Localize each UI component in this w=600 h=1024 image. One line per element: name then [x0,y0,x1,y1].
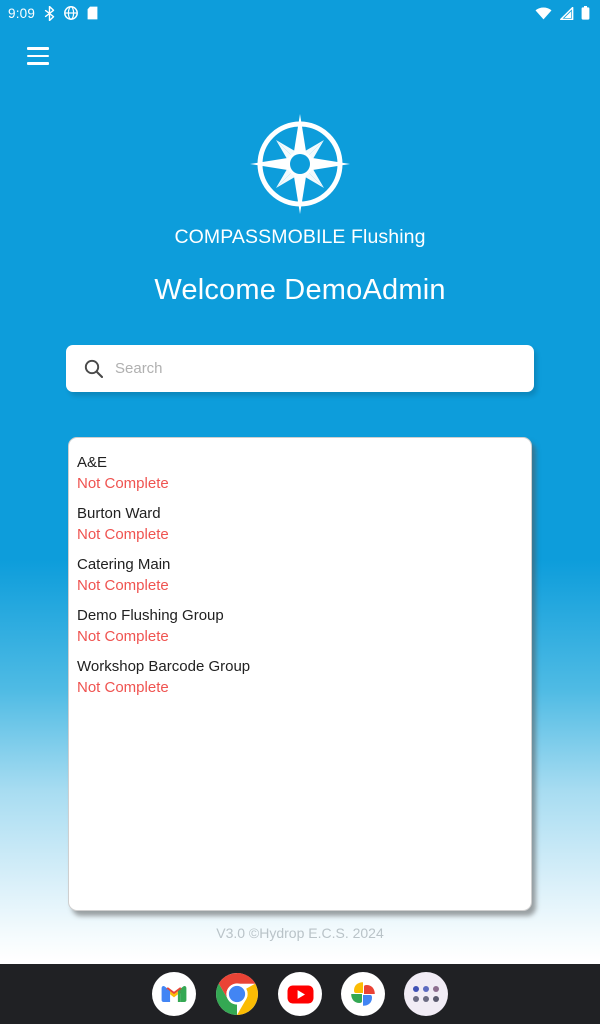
hamburger-bar-1 [27,47,49,50]
dock-app-google-photos[interactable] [341,972,385,1016]
hamburger-bar-3 [27,62,49,65]
list-item-status: Not Complete [77,475,169,492]
status-bar-left: 9:09 [8,5,98,21]
status-bar-clock: 9:09 [8,5,36,21]
youtube-icon [287,985,313,1003]
bluetooth-icon [44,5,55,21]
search-icon [84,359,104,379]
hamburger-bar-2 [27,54,49,58]
sd-card-icon [87,6,98,20]
group-list-card: A&E Not Complete Burton Ward Not Complet… [68,437,532,911]
list-item-name: Demo Flushing Group [77,607,224,624]
list-item-name: Catering Main [77,556,171,573]
battery-icon [581,6,590,20]
app-title: COMPASSMOBILE Flushing [174,226,426,248]
footer-version-text: V3.0 ©Hydrop E.C.S. 2024 [216,925,384,941]
wifi-icon [535,7,552,20]
compass-rose-logo [250,114,350,214]
dock-app-chrome[interactable] [215,972,259,1016]
list-item-status: Not Complete [77,679,169,696]
list-item[interactable]: Demo Flushing Group Not Complete [69,601,531,652]
search-input[interactable] [115,360,520,377]
welcome-heading: Welcome DemoAdmin [154,274,446,306]
hamburger-menu-icon[interactable] [18,36,58,76]
cellular-signal-icon [559,6,574,20]
list-item[interactable]: Catering Main Not Complete [69,550,531,601]
list-item-name: A&E [77,454,108,471]
list-item[interactable]: Burton Ward Not Complete [69,499,531,550]
search-box[interactable] [66,345,534,392]
dock-app-youtube[interactable] [278,972,322,1016]
list-item-status: Not Complete [77,577,169,594]
list-item-status: Not Complete [77,628,169,645]
list-item-name: Burton Ward [77,505,161,522]
gmail-icon [161,986,187,1002]
app-drawer-icon [413,986,439,1002]
status-bar: 9:09 [0,0,600,26]
list-item[interactable]: A&E Not Complete [69,448,531,499]
app-screen: 9:09 COMPASSMOBILE Flushing Welcome Demo… [0,0,600,1024]
android-dock [0,964,600,1024]
list-item[interactable]: Workshop Barcode Group Not Complete [69,652,531,703]
list-item-status: Not Complete [77,526,169,543]
dock-app-drawer[interactable] [404,972,448,1016]
vpn-icon [64,6,79,20]
chrome-icon [216,973,258,1015]
status-bar-right [535,6,590,20]
google-photos-icon [351,982,375,1006]
brand-block: COMPASSMOBILE Flushing [0,112,600,249]
dock-app-gmail[interactable] [152,972,196,1016]
list-item-name: Workshop Barcode Group [77,658,251,675]
